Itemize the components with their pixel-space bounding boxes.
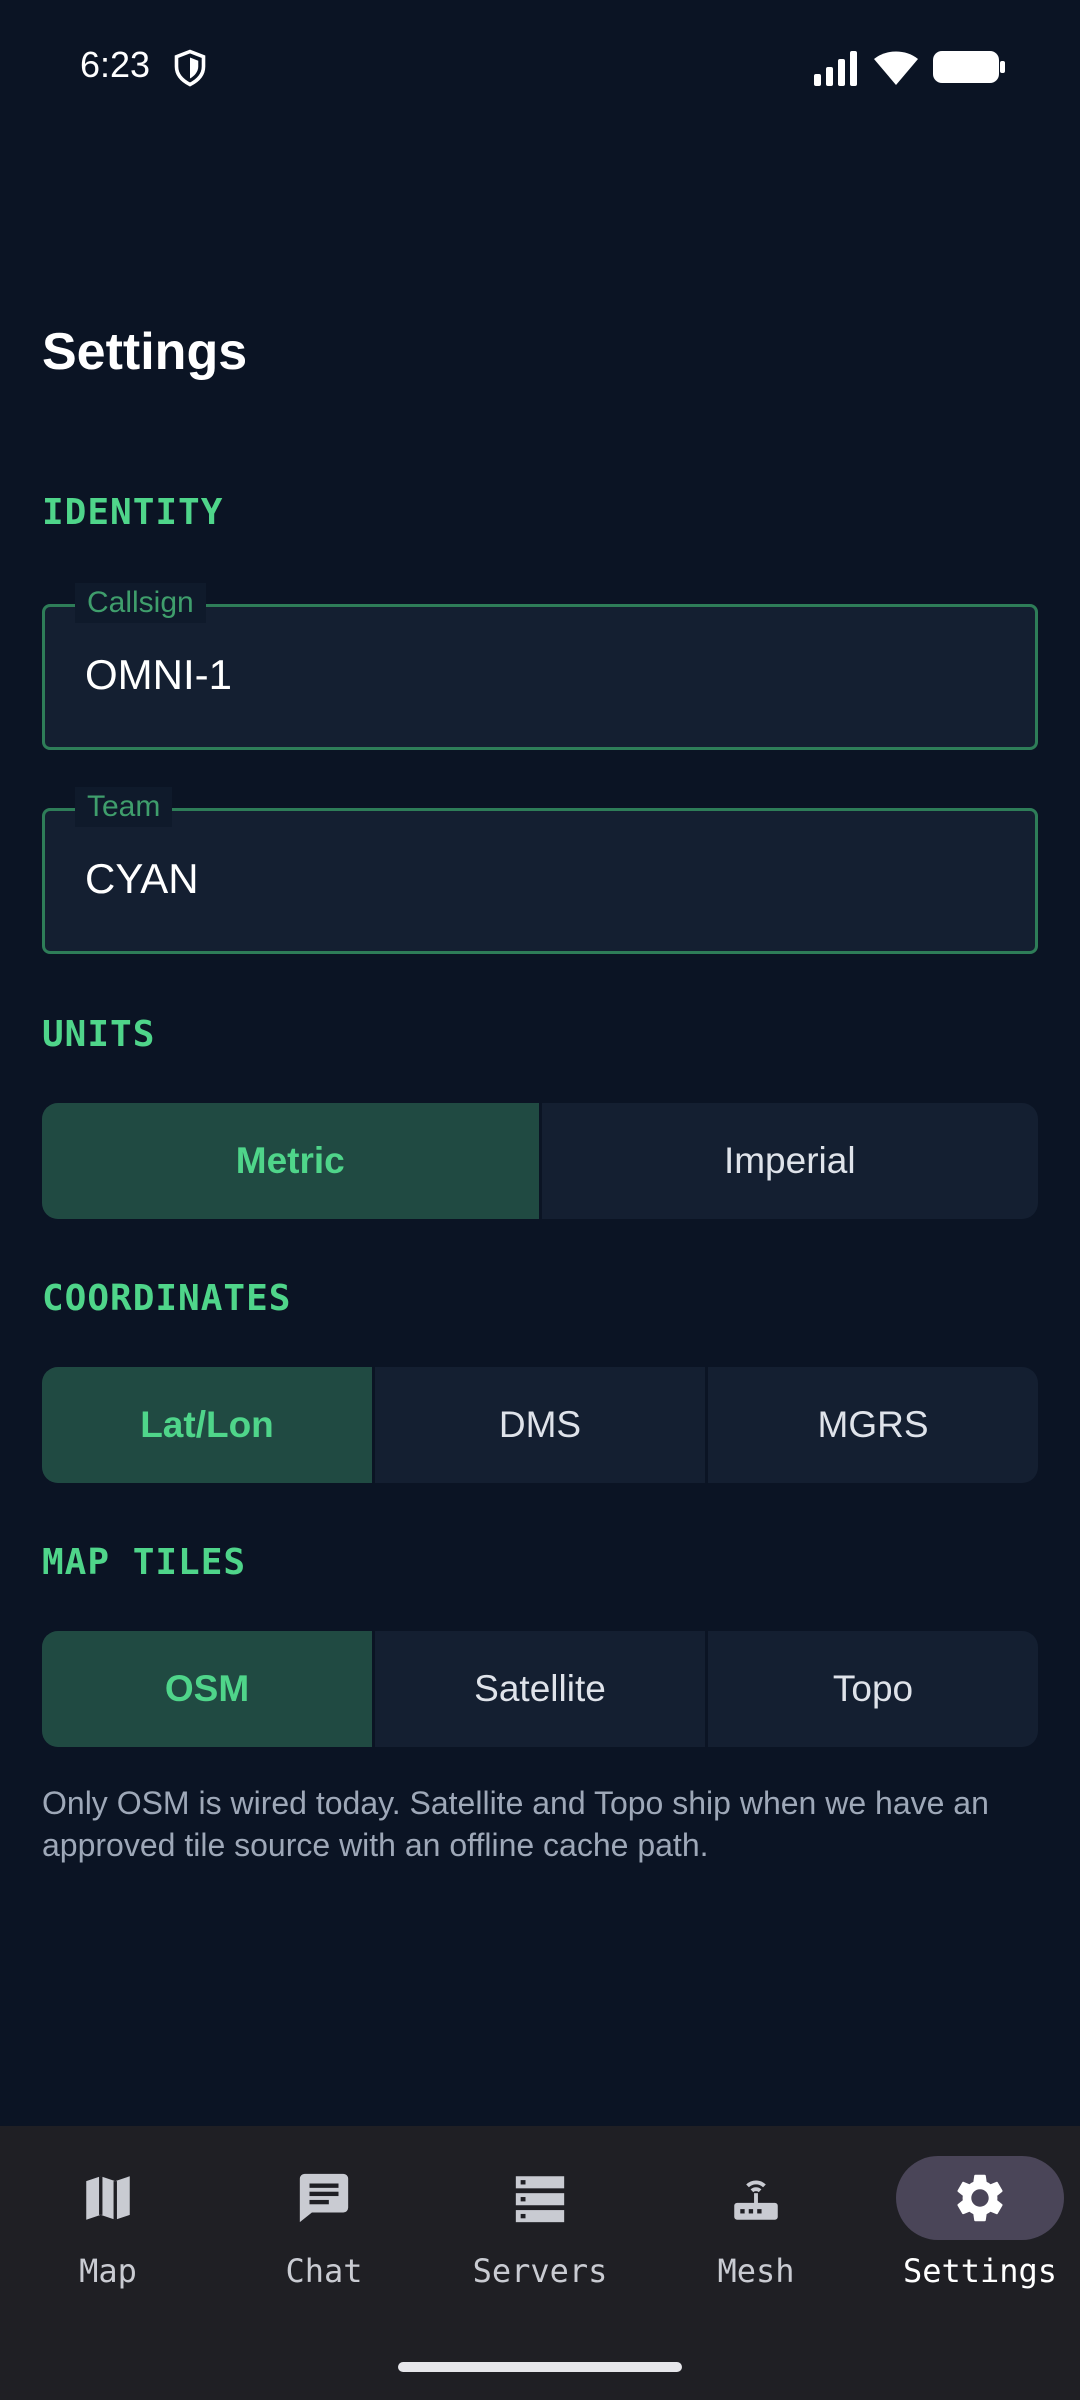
shield-icon: [174, 49, 206, 87]
callsign-field[interactable]: Callsign OMNI-1: [42, 583, 1038, 750]
units-selector: Metric Imperial: [42, 1103, 1038, 1219]
team-value[interactable]: CYAN: [85, 855, 199, 903]
callsign-label: Callsign: [75, 583, 206, 623]
nav-item-map-icon-wrap: [24, 2156, 192, 2240]
nav-label-servers: Servers: [472, 2252, 608, 2290]
map-tiles-option-osm[interactable]: OSM: [42, 1631, 375, 1747]
router-icon: [734, 2180, 778, 2220]
nav-item-mesh[interactable]: Mesh: [648, 2126, 864, 2326]
map-tiles-helper-text: Only OSM is wired today. Satellite and T…: [42, 1785, 989, 1863]
map-tiles-option-satellite[interactable]: Satellite: [375, 1631, 708, 1747]
nav-item-chat[interactable]: Chat: [216, 2126, 432, 2326]
nav-item-settings[interactable]: Settings: [872, 2126, 1080, 2326]
map-tiles-selector: OSM Satellite Topo: [42, 1631, 1038, 1747]
coordinates-selector: Lat/Lon DMS MGRS: [42, 1367, 1038, 1483]
section-label-coordinates: COORDINATES: [42, 1278, 292, 1319]
nav-item-settings-icon-wrap: [896, 2156, 1064, 2240]
map-tiles-option-topo[interactable]: Topo: [708, 1631, 1038, 1747]
signal-icon: [814, 51, 857, 86]
section-label-identity: IDENTITY: [42, 492, 224, 533]
bottom-nav: Map Chat Servers Mesh Settings: [0, 2126, 1080, 2400]
nav-label-settings: Settings: [902, 2252, 1058, 2290]
map-icon: [86, 2176, 130, 2220]
team-field[interactable]: Team CYAN: [42, 787, 1038, 954]
nav-label-chat: Chat: [285, 2252, 363, 2290]
home-indicator[interactable]: [398, 2362, 682, 2372]
chat-icon: [299, 2173, 349, 2223]
battery-icon: [933, 51, 1005, 83]
units-option-metric[interactable]: Metric: [42, 1103, 542, 1219]
status-time: 6:23: [80, 44, 151, 85]
servers-icon: [515, 2176, 565, 2223]
section-label-units: UNITS: [42, 1014, 156, 1055]
coordinates-option-latlon[interactable]: Lat/Lon: [42, 1367, 375, 1483]
nav-label-mesh: Mesh: [717, 2252, 795, 2290]
page-title: Settings: [42, 323, 248, 381]
wifi-icon: [874, 51, 918, 85]
coordinates-option-mgrs[interactable]: MGRS: [708, 1367, 1038, 1483]
nav-item-servers-icon-wrap: [456, 2156, 624, 2240]
status-bar: 6:23: [0, 0, 1080, 135]
nav-item-chat-icon-wrap: [240, 2156, 408, 2240]
gear-icon: [957, 2174, 1003, 2222]
team-label: Team: [75, 787, 173, 827]
nav-item-servers[interactable]: Servers: [432, 2126, 648, 2326]
coordinates-option-dms[interactable]: DMS: [375, 1367, 708, 1483]
units-option-imperial[interactable]: Imperial: [542, 1103, 1039, 1219]
nav-label-map: Map: [79, 2252, 137, 2290]
nav-item-map[interactable]: Map: [0, 2126, 216, 2326]
section-label-map-tiles: MAP TILES: [42, 1542, 247, 1583]
callsign-value[interactable]: OMNI-1: [85, 651, 232, 699]
nav-item-mesh-icon-wrap: [672, 2156, 840, 2240]
